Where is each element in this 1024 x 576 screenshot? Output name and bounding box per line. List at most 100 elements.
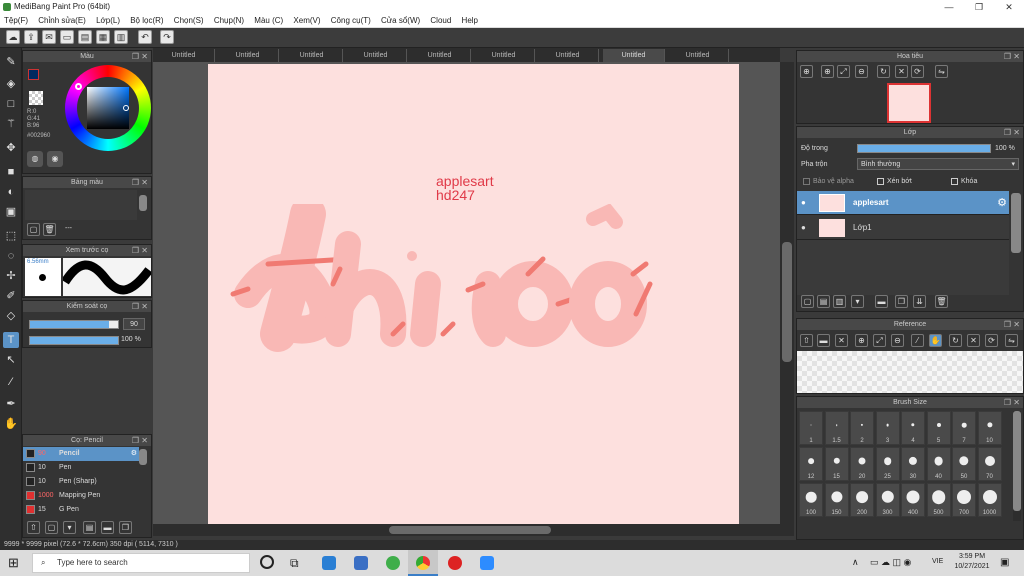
menu-edit[interactable]: Chỉnh sửa(E) (34, 14, 90, 25)
notification-icon[interactable]: ▣ (1000, 557, 1009, 568)
bucket-icon[interactable]: ◐ (3, 184, 19, 200)
select-eraser-icon[interactable]: ◇ (3, 308, 19, 324)
brush-size-scrollbar[interactable] (1013, 411, 1021, 521)
panel-close-icon[interactable]: ❐ ✕ (1004, 127, 1020, 138)
document-tab[interactable]: Untitled (473, 49, 535, 62)
cloud-icon[interactable]: ☁ (6, 30, 20, 44)
brush-size-cell[interactable]: 50 (952, 447, 976, 481)
panel-close-icon[interactable]: ❐ ✕ (1004, 51, 1020, 62)
panel-close-icon[interactable]: ❐ ✕ (132, 177, 148, 188)
brush-tool-icon[interactable]: ✎ (3, 54, 19, 70)
brush-size-value[interactable]: 90 (123, 318, 145, 330)
menu-snap[interactable]: Chụp(N) (210, 14, 248, 25)
delete-palette-icon[interactable]: 🗑 (43, 223, 56, 236)
chevron-up-icon[interactable]: ∧ (852, 557, 859, 568)
cortana-icon[interactable] (260, 555, 274, 569)
tray-icons[interactable]: ▭ ☁ ◫ ◉ (870, 557, 911, 568)
close-button[interactable]: ✕ (994, 0, 1024, 14)
zoom-in-2-icon[interactable]: ⊕ (821, 65, 834, 78)
brush-size-cell[interactable]: 700 (952, 483, 976, 517)
rect-tool-icon[interactable]: □ (3, 96, 19, 112)
undo-icon[interactable]: ↶ (138, 30, 152, 44)
brush-size-cell[interactable]: 2 (850, 411, 874, 445)
eye-icon[interactable]: ● (801, 191, 806, 215)
grid-icon[interactable]: ▦ (96, 30, 110, 44)
brush-size-slider[interactable] (29, 320, 119, 329)
hue-handle[interactable] (75, 83, 82, 90)
task-view-icon[interactable]: ⧉ (290, 556, 299, 571)
gear-icon[interactable]: ⚙ (997, 191, 1007, 215)
protect-alpha-checkbox[interactable] (803, 178, 810, 185)
palette-scrollbar[interactable] (139, 195, 147, 211)
canvas[interactable]: applesart hd247 (208, 64, 739, 524)
saturation-handle[interactable] (123, 105, 129, 111)
select-pen-icon[interactable]: ✐ (3, 288, 19, 304)
brush-copy-icon[interactable]: ❐ (119, 521, 132, 534)
store-icon[interactable] (354, 556, 368, 570)
magic-wand-icon[interactable]: ⚚ (3, 116, 19, 132)
gear-icon[interactable]: ⚙ (131, 447, 137, 461)
brush-size-cell[interactable]: 30 (901, 447, 925, 481)
new-halftone-layer-icon[interactable]: ▤ (817, 295, 830, 308)
zoom-icon[interactable] (480, 556, 494, 570)
brush-size-cell[interactable]: 40 (926, 447, 951, 481)
new-layer-icon[interactable]: ▢ (801, 295, 814, 308)
navigator-thumbnail[interactable] (887, 83, 931, 123)
reset-rotate-icon[interactable]: ⟳ (911, 65, 924, 78)
brush-size-cell[interactable]: 1.5 (824, 411, 849, 445)
brush-size-cell[interactable]: 20 (850, 447, 874, 481)
brush-size-cell[interactable]: 300 (875, 483, 900, 517)
pen-icon[interactable]: ✒ (3, 396, 19, 412)
color-wheel[interactable] (65, 65, 151, 151)
horizontal-scroll-thumb[interactable] (389, 526, 551, 534)
panel-close-icon[interactable]: ❐ ✕ (132, 301, 148, 312)
add-brush-icon[interactable]: ⇧ (27, 521, 40, 534)
layer-menu-icon[interactable]: ▾ (851, 295, 864, 308)
text-tool-icon[interactable]: T (3, 332, 19, 348)
lock-checkbox[interactable] (951, 178, 958, 185)
new-8bit-layer-icon[interactable]: ▥ (833, 295, 846, 308)
foreground-swatch[interactable] (28, 69, 39, 80)
document-tab[interactable]: Untitled (153, 49, 215, 62)
document-tab[interactable]: Untitled (281, 49, 343, 62)
document-tab[interactable]: Untitled (667, 49, 729, 62)
zoom-in-icon[interactable]: ⊕ (800, 65, 813, 78)
menu-view[interactable]: Xem(V) (289, 14, 324, 25)
menu-layer[interactable]: Lớp(L) (92, 14, 124, 25)
brush-size-cell[interactable]: 1000 (977, 483, 1002, 517)
comment-icon[interactable]: ✉ (42, 30, 56, 44)
new-brush-icon[interactable]: ▢ (45, 521, 58, 534)
ref-eyedropper-icon[interactable]: ⁄ (911, 334, 924, 347)
ref-fit-icon[interactable]: ⤢ (873, 334, 886, 347)
panel-close-icon[interactable]: ❐ ✕ (1004, 397, 1020, 408)
menu-color[interactable]: Màu (C) (250, 14, 287, 25)
ref-hand-icon[interactable]: ✋ (929, 334, 942, 347)
brush-size-cell[interactable]: 3 (875, 411, 900, 445)
brush-size-cell[interactable]: 10 (977, 411, 1002, 445)
frames-icon[interactable]: ▥ (114, 30, 128, 44)
menu-help[interactable]: Help (458, 14, 482, 25)
menu-cloud[interactable]: Cloud (426, 14, 455, 25)
brush-size-cell[interactable]: 200 (850, 483, 874, 517)
brush-size-cell[interactable]: 70 (977, 447, 1002, 481)
canvas-vertical-scrollbar[interactable] (780, 62, 794, 536)
layer-opacity-slider[interactable] (857, 144, 991, 153)
gradient-icon[interactable]: ▣ (3, 204, 19, 220)
fill-rect-icon[interactable]: ■ (3, 164, 19, 180)
vertical-scroll-thumb[interactable] (782, 242, 792, 362)
brush-size-cell[interactable]: 150 (824, 483, 849, 517)
lasso-icon[interactable]: ◌ (3, 248, 19, 264)
brush-settings-icon[interactable]: ▤ (83, 521, 96, 534)
clock[interactable]: 3:59 PM 10/27/2021 (952, 552, 992, 572)
ref-flip-icon[interactable]: ⇋ (1005, 334, 1018, 347)
minimize-button[interactable]: — (934, 0, 964, 14)
menu-file[interactable]: Tệp(F) (0, 14, 32, 25)
select-wand-icon[interactable]: ✢ (3, 268, 19, 284)
folder-icon[interactable]: ▬ (875, 295, 888, 308)
brush-size-cell[interactable]: 1 (799, 411, 823, 445)
hand-tool-icon[interactable]: ✋ (3, 416, 19, 432)
brush-item-pen[interactable]: 10 Pen (23, 461, 139, 475)
redo-icon[interactable]: ↷ (160, 30, 174, 44)
blend-mode-select[interactable]: Bình thường ▾ (857, 158, 1019, 170)
ref-zoom-in-icon[interactable]: ⊕ (855, 334, 868, 347)
